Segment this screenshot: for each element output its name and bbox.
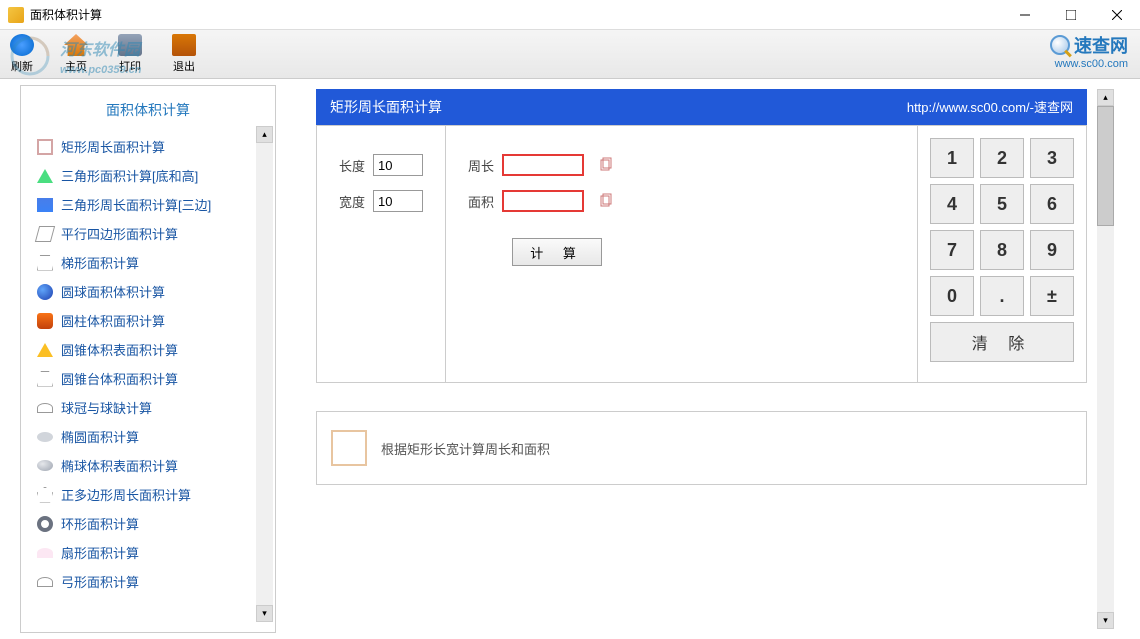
toolbar: 河东软件园www.pc0359.cn 刷新 主页 打印 退出 速查网 www.s… [0, 30, 1140, 78]
calculate-button[interactable]: 计 算 [512, 238, 602, 266]
cap-icon [37, 403, 53, 413]
frustum-icon [37, 371, 53, 387]
brand: 速查网 www.sc00.com [1050, 32, 1128, 70]
triangle-icon [37, 169, 53, 183]
sidebar-item-segment[interactable]: 弓形面积计算 [31, 567, 265, 596]
key-2[interactable]: 2 [980, 138, 1024, 178]
key-plusminus[interactable]: ± [1030, 276, 1074, 316]
close-button[interactable] [1094, 0, 1140, 30]
copy-perimeter-icon[interactable] [598, 157, 614, 173]
scroll-up-icon[interactable]: ▴ [1097, 89, 1114, 106]
output-group: 周长 面积 计 算 [445, 126, 636, 382]
copy-area-icon[interactable] [598, 193, 614, 209]
key-dot[interactable]: . [980, 276, 1024, 316]
sidebar-item-sector[interactable]: 扇形面积计算 [31, 538, 265, 567]
minimize-button[interactable] [1002, 0, 1048, 30]
exit-button[interactable]: 退出 [172, 34, 196, 74]
triangle-icon [37, 198, 53, 212]
description-text: 根据矩形长宽计算周长和面积 [381, 439, 550, 458]
print-button[interactable]: 打印 [118, 34, 142, 74]
exit-icon [172, 34, 196, 56]
home-button[interactable]: 主页 [64, 34, 88, 74]
key-4[interactable]: 4 [930, 184, 974, 224]
scroll-down-icon[interactable]: ▾ [256, 605, 273, 622]
key-3[interactable]: 3 [1030, 138, 1074, 178]
sector-icon [37, 548, 53, 558]
sidebar-item-frustum[interactable]: 圆锥台体积面积计算 [31, 364, 265, 393]
rectangle-icon [37, 139, 53, 155]
sidebar-item-cone[interactable]: 圆锥体积表面积计算 [31, 335, 265, 364]
sidebar-item-ellipse[interactable]: 椭圆面积计算 [31, 422, 265, 451]
segment-icon [37, 577, 53, 587]
width-input[interactable] [373, 190, 423, 212]
keypad: 1 2 3 4 5 6 7 8 9 [917, 126, 1086, 382]
sidebar-item-sphere[interactable]: 圆球面积体积计算 [31, 277, 265, 306]
length-input[interactable] [373, 154, 423, 176]
maximize-button[interactable] [1048, 0, 1094, 30]
panel-link[interactable]: http://www.sc00.com/-速查网 [907, 97, 1073, 117]
parallelogram-icon [35, 226, 55, 242]
width-label: 宽度 [339, 192, 365, 211]
length-label: 长度 [339, 156, 365, 175]
sidebar-item-polygon[interactable]: 正多边形周长面积计算 [31, 480, 265, 509]
sidebar-item-triangle-sides[interactable]: 三角形周长面积计算[三边] [31, 190, 265, 219]
key-9[interactable]: 9 [1030, 230, 1074, 270]
sidebar-item-cylinder[interactable]: 圆柱体积面积计算 [31, 306, 265, 335]
scroll-up-icon[interactable]: ▴ [256, 126, 273, 143]
refresh-icon [10, 34, 34, 56]
key-6[interactable]: 6 [1030, 184, 1074, 224]
home-icon [64, 34, 88, 56]
main: 矩形周长面积计算 http://www.sc00.com/-速查网 长度 宽度 [276, 79, 1140, 639]
sidebar-item-trapezoid[interactable]: 梯形面积计算 [31, 248, 265, 277]
cone-icon [37, 343, 53, 357]
sidebar-item-parallelogram[interactable]: 平行四边形面积计算 [31, 219, 265, 248]
ellipsoid-icon [37, 460, 53, 471]
brand-name: 速查网 [1074, 32, 1128, 58]
sidebar-item-spherical-cap[interactable]: 球冠与球缺计算 [31, 393, 265, 422]
key-7[interactable]: 7 [930, 230, 974, 270]
key-8[interactable]: 8 [980, 230, 1024, 270]
key-0[interactable]: 0 [930, 276, 974, 316]
calc-panel: 长度 宽度 周长 [316, 125, 1087, 383]
window-title: 面积体积计算 [30, 6, 102, 23]
polygon-icon [37, 487, 53, 503]
ellipse-icon [37, 432, 53, 442]
sidebar-title: 面积体积计算 [21, 94, 275, 132]
key-1[interactable]: 1 [930, 138, 974, 178]
panel-header: 矩形周长面积计算 http://www.sc00.com/-速查网 [316, 89, 1087, 125]
description-panel: 根据矩形长宽计算周长和面积 [316, 411, 1087, 485]
sphere-icon [37, 284, 53, 300]
sidebar-item-triangle-bh[interactable]: 三角形面积计算[底和高] [31, 161, 265, 190]
cylinder-icon [37, 313, 53, 329]
area-output [502, 190, 584, 212]
sidebar-item-rectangle[interactable]: 矩形周长面积计算 [31, 132, 265, 161]
ring-icon [37, 516, 53, 532]
perimeter-output [502, 154, 584, 176]
sidebar: 面积体积计算 矩形周长面积计算 三角形面积计算[底和高] 三角形周长面积计算[三… [20, 85, 276, 633]
key-clear[interactable]: 清 除 [930, 322, 1074, 362]
app-icon [8, 7, 24, 23]
description-icon [331, 430, 367, 466]
main-scrollbar[interactable]: ▴ ▾ [1097, 89, 1114, 629]
sidebar-item-ellipsoid[interactable]: 椭球体积表面积计算 [31, 451, 265, 480]
sidebar-scrollbar[interactable]: ▴ ▾ [256, 126, 273, 622]
magnifier-icon [1050, 35, 1070, 55]
titlebar: 面积体积计算 [0, 0, 1140, 30]
sidebar-item-ring[interactable]: 环形面积计算 [31, 509, 265, 538]
print-icon [118, 34, 142, 56]
window-controls [1002, 0, 1140, 30]
scroll-down-icon[interactable]: ▾ [1097, 612, 1114, 629]
scroll-thumb[interactable] [1097, 106, 1114, 226]
area-label: 面积 [468, 192, 494, 211]
input-group: 长度 宽度 [317, 126, 445, 382]
panel-title: 矩形周长面积计算 [330, 97, 442, 117]
content: 面积体积计算 矩形周长面积计算 三角形面积计算[底和高] 三角形周长面积计算[三… [0, 78, 1140, 639]
trapezoid-icon [37, 255, 53, 271]
key-5[interactable]: 5 [980, 184, 1024, 224]
brand-url: www.sc00.com [1055, 58, 1128, 70]
sidebar-list: 矩形周长面积计算 三角形面积计算[底和高] 三角形周长面积计算[三边] 平行四边… [21, 132, 275, 622]
refresh-button[interactable]: 刷新 [10, 34, 34, 74]
perimeter-label: 周长 [468, 156, 494, 175]
